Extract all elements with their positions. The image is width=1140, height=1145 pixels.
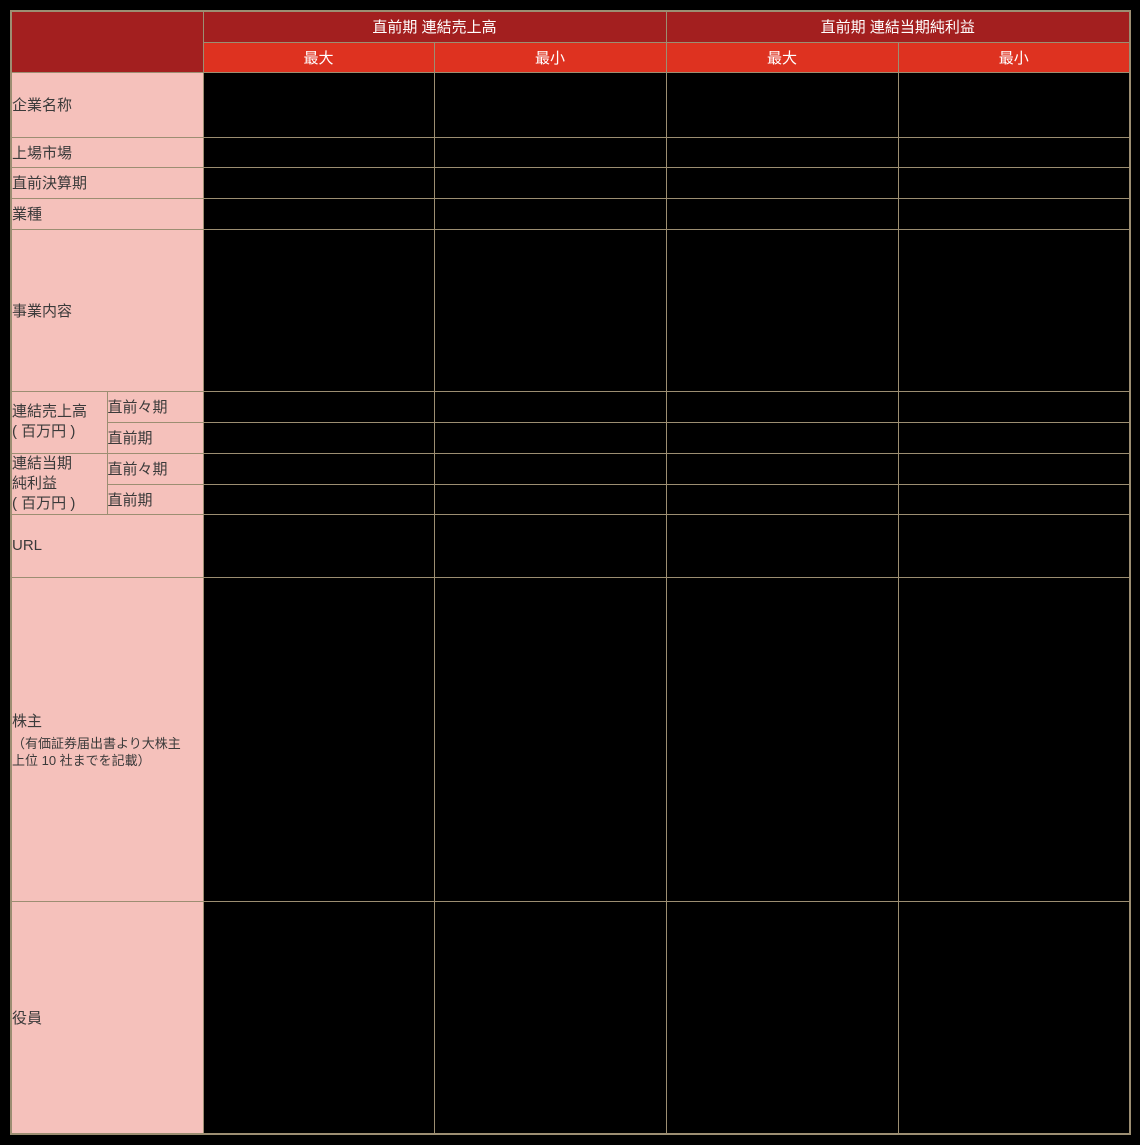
data-cell [202,390,435,423]
data-cell [433,452,667,485]
row-company-name: 企業名称 [10,71,1131,138]
data-cell [897,390,1131,423]
corner-header-cell [10,10,204,73]
data-cell [433,136,667,168]
data-cell [202,166,435,199]
row-label-business-description: 事業内容 [10,228,204,392]
data-cell [433,390,667,423]
row-label-url: URL [10,513,204,578]
row-label-company-name: 企業名称 [10,71,204,138]
data-cell [202,900,435,1135]
row-consolidated-sales-prior2: 連結売上高 ( 百万円 ) 直前々期 [10,390,1131,454]
data-cell [665,452,899,485]
data-cell [665,513,899,578]
data-cell [897,136,1131,168]
data-cell [665,576,899,902]
data-cell [433,900,667,1135]
data-cell [433,228,667,392]
row-consolidated-net-income-prior1: 直前期 [11,483,1131,515]
row-consolidated-sales-prior1: 直前期 [11,421,1131,454]
header-group-net-income: 直前期 連結当期純利益 [665,10,1131,43]
row-label-industry: 業種 [10,197,204,230]
data-cell [897,900,1131,1135]
data-cell [665,900,899,1135]
data-cell [897,452,1131,485]
data-cell [897,166,1131,199]
data-cell [202,71,435,138]
data-cell [433,71,667,138]
data-cell [433,483,667,515]
row-label-shareholders-cell: 株主 （有価証券届出書より大株主 上位 10 社までを記載） [10,576,204,902]
data-cell [897,513,1131,578]
row-label-officers: 役員 [10,900,204,1135]
row-listing-market: 上場市場 [10,136,1131,168]
data-cell [665,166,899,199]
sub-label-income-prior2: 直前々期 [106,452,204,485]
data-cell [433,576,667,902]
sub-label-income-prior1: 直前期 [106,483,204,515]
row-label-consolidated-net-income: 連結当期 純利益 ( 百万円 ) [10,452,108,515]
row-label-shareholders: 株主 [12,712,43,730]
header-group-row: 直前期 連結売上高 直前期 連結当期純利益 [10,10,1131,73]
data-cell [897,483,1131,515]
data-cell [433,421,667,454]
data-cell [897,71,1131,138]
data-cell [202,452,435,485]
data-cell [202,576,435,902]
data-cell [897,228,1131,392]
header-sales-min: 最小 [433,41,667,73]
row-url: URL [10,513,1131,578]
sub-label-sales-prior2: 直前々期 [106,390,204,423]
data-cell [202,197,435,230]
data-cell [897,421,1131,454]
page-background: 直前期 連結売上高 直前期 連結当期純利益 最大 最小 最大 最小 企業名称 上… [0,0,1140,1145]
header-sales-max: 最大 [202,41,435,73]
row-industry: 業種 [10,197,1131,230]
sub-label-sales-prior1: 直前期 [106,421,204,454]
data-cell [897,576,1131,902]
row-consolidated-net-income-prior2: 連結当期 純利益 ( 百万円 ) 直前々期 [10,452,1131,515]
row-label-latest-fiscal-period: 直前決算期 [10,166,204,199]
header-group-sales: 直前期 連結売上高 [202,10,667,43]
data-cell [202,513,435,578]
row-latest-fiscal-period: 直前決算期 [10,166,1131,199]
data-cell [665,421,899,454]
data-cell [665,197,899,230]
shareholders-note: （有価証券届出書より大株主 上位 10 社までを記載） [12,735,181,768]
data-cell [665,390,899,423]
header-income-max: 最大 [665,41,899,73]
data-cell [202,421,435,454]
row-label-consolidated-sales: 連結売上高 ( 百万円 ) [10,390,108,454]
data-cell [202,228,435,392]
data-cell [433,197,667,230]
data-cell [665,71,899,138]
row-label-listing-market: 上場市場 [10,136,204,168]
row-officers: 役員 [10,900,1131,1135]
header-income-min: 最小 [897,41,1131,73]
row-shareholders: 株主 （有価証券届出書より大株主 上位 10 社までを記載） [10,576,1131,902]
data-cell [897,197,1131,230]
data-cell [665,483,899,515]
comparison-table: 直前期 連結売上高 直前期 連結当期純利益 最大 最小 最大 最小 企業名称 上… [10,10,1131,1135]
data-cell [665,136,899,168]
data-cell [433,166,667,199]
data-cell [202,483,435,515]
row-business-description: 事業内容 [10,228,1131,392]
data-cell [665,228,899,392]
data-cell [433,513,667,578]
data-cell [202,136,435,168]
